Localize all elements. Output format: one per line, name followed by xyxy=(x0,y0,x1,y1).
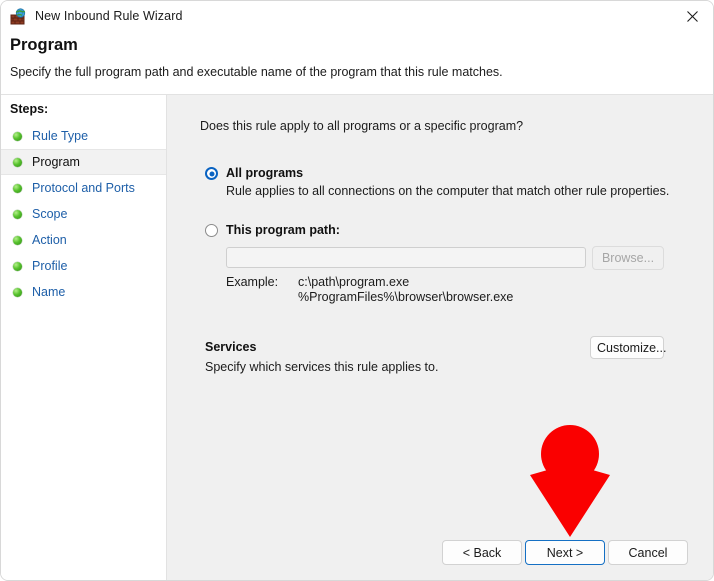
sidebar-item-program[interactable]: Program xyxy=(1,149,166,175)
title-bar: New Inbound Rule Wizard xyxy=(1,1,714,32)
program-path-input[interactable] xyxy=(226,247,586,268)
step-bullet-icon xyxy=(13,158,22,167)
services-title: Services xyxy=(205,340,256,354)
sidebar-item-label: Profile xyxy=(32,259,67,273)
question-text: Does this rule apply to all programs or … xyxy=(200,119,523,133)
window-title: New Inbound Rule Wizard xyxy=(35,10,183,23)
example-path-1: c:\path\program.exe xyxy=(298,275,513,290)
sidebar-item-action[interactable]: Action xyxy=(1,227,166,253)
browse-button[interactable]: Browse... xyxy=(592,246,664,270)
customize-button[interactable]: Customize... xyxy=(590,336,664,359)
step-bullet-icon xyxy=(13,288,22,297)
step-bullet-icon xyxy=(13,210,22,219)
radio-program-path[interactable]: This program path: xyxy=(205,223,340,237)
sidebar-item-scope[interactable]: Scope xyxy=(1,201,166,227)
next-button[interactable]: Next > xyxy=(525,540,605,565)
content-panel: Does this rule apply to all programs or … xyxy=(167,94,714,581)
page-header: Program Specify the full program path an… xyxy=(1,32,714,94)
radio-selected-icon[interactable] xyxy=(205,167,218,180)
sidebar-item-label: Scope xyxy=(32,207,67,221)
wizard-window: New Inbound Rule Wizard Program Specify … xyxy=(0,0,714,581)
sidebar-item-profile[interactable]: Profile xyxy=(1,253,166,279)
page-subtitle: Specify the full program path and execut… xyxy=(10,65,503,79)
step-bullet-icon xyxy=(13,236,22,245)
example-path-2: %ProgramFiles%\browser\browser.exe xyxy=(298,290,513,305)
sidebar-item-label: Action xyxy=(32,233,67,247)
sidebar-item-protocol-and-ports[interactable]: Protocol and Ports xyxy=(1,175,166,201)
radio-unselected-icon[interactable] xyxy=(205,224,218,237)
example-label: Example: xyxy=(226,275,278,289)
sidebar-item-label: Name xyxy=(32,285,65,299)
services-description: Specify which services this rule applies… xyxy=(205,360,438,374)
steps-list: Rule Type Program Protocol and Ports Sco… xyxy=(1,123,166,305)
steps-heading: Steps: xyxy=(10,102,48,116)
example-paths: c:\path\program.exe %ProgramFiles%\brows… xyxy=(298,275,513,305)
radio-all-programs[interactable]: All programs xyxy=(205,166,303,180)
steps-sidebar: Steps: Rule Type Program Protocol and Po… xyxy=(1,94,167,581)
cancel-button[interactable]: Cancel xyxy=(608,540,688,565)
step-bullet-icon xyxy=(13,184,22,193)
page-title: Program xyxy=(10,36,78,55)
back-button[interactable]: < Back xyxy=(442,540,522,565)
sidebar-item-label: Rule Type xyxy=(32,129,88,143)
radio-all-programs-label: All programs xyxy=(226,166,303,180)
sidebar-item-name[interactable]: Name xyxy=(1,279,166,305)
sidebar-item-rule-type[interactable]: Rule Type xyxy=(1,123,166,149)
close-icon[interactable] xyxy=(669,1,714,32)
all-programs-description: Rule applies to all connections on the c… xyxy=(226,184,669,198)
sidebar-item-label: Protocol and Ports xyxy=(32,181,135,195)
sidebar-item-label: Program xyxy=(32,155,80,169)
radio-program-path-label: This program path: xyxy=(226,223,340,237)
step-bullet-icon xyxy=(13,262,22,271)
firewall-globe-icon xyxy=(10,8,28,26)
step-bullet-icon xyxy=(13,132,22,141)
